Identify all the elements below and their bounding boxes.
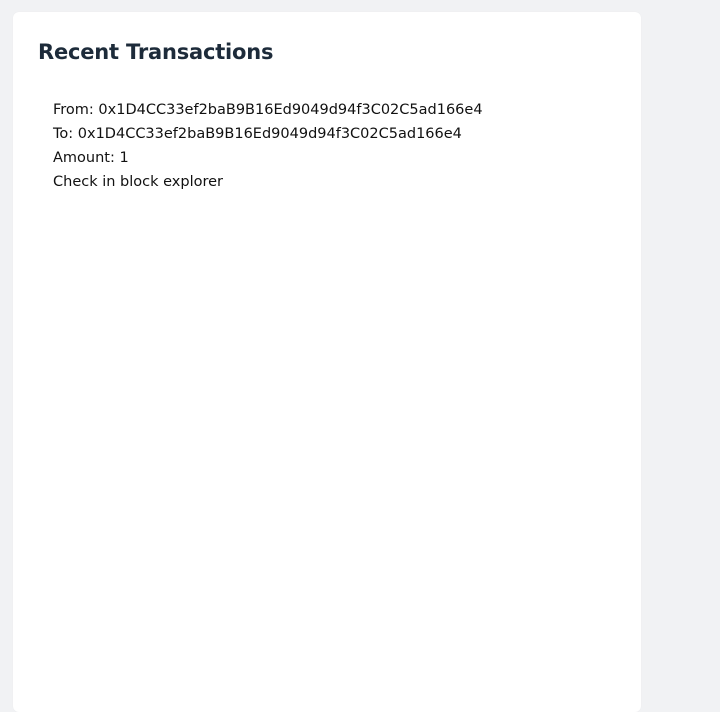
recent-transactions-panel: Recent Transactions From: 0x1D4CC33ef2ba… <box>13 12 641 712</box>
block-explorer-link[interactable]: Check in block explorer <box>53 170 483 194</box>
from-address: 0x1D4CC33ef2baB9B16Ed9049d94f3C02C5ad166… <box>98 102 483 118</box>
to-address: 0x1D4CC33ef2baB9B16Ed9049d94f3C02C5ad166… <box>77 126 462 142</box>
amount-value: 1 <box>119 150 129 166</box>
panel-title: Recent Transactions <box>38 40 274 64</box>
transaction-item: From: 0x1D4CC33ef2baB9B16Ed9049d94f3C02C… <box>53 98 483 194</box>
transaction-to: To: 0x1D4CC33ef2baB9B16Ed9049d94f3C02C5a… <box>53 122 483 146</box>
from-label: From: <box>53 102 99 118</box>
amount-label: Amount: <box>53 150 120 166</box>
to-label: To: <box>53 126 78 142</box>
transaction-from: From: 0x1D4CC33ef2baB9B16Ed9049d94f3C02C… <box>53 98 483 122</box>
transaction-amount: Amount: 1 <box>53 146 483 170</box>
